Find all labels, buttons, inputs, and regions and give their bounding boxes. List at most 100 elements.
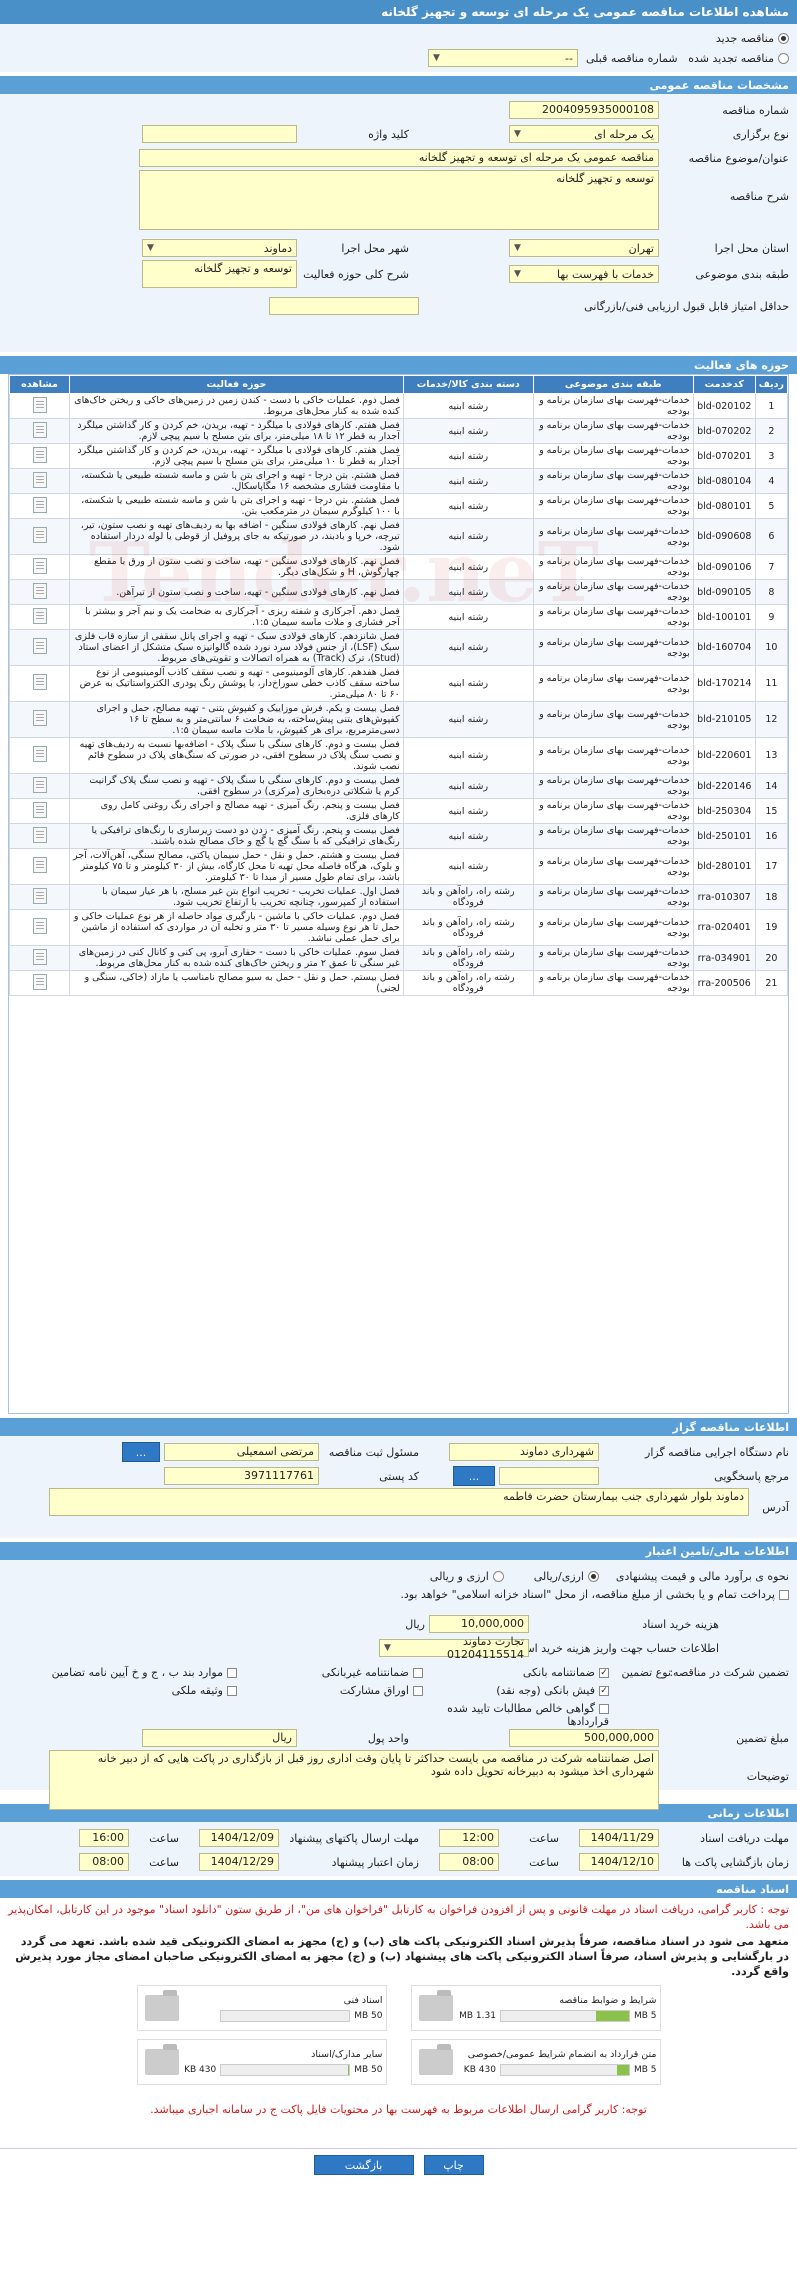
cell-view[interactable] bbox=[9, 909, 70, 946]
subject-field[interactable]: مناقصه عمومی یک مرحله ای توسعه و تجهیز گ… bbox=[139, 149, 659, 167]
estimate-radio-2[interactable] bbox=[492, 1570, 504, 1582]
file-card[interactable]: شرایط و ضوابط مناقصه 5 MB 1.31 MB bbox=[410, 1985, 661, 2031]
document-view-icon[interactable] bbox=[32, 396, 47, 413]
table-row: 1 bld-020102 خدمات-فهرست بهای سازمان برنام… bbox=[9, 393, 788, 419]
estimate-radio-1[interactable] bbox=[588, 1570, 599, 1582]
cell-view[interactable] bbox=[9, 443, 70, 469]
new-tender-radio[interactable] bbox=[778, 32, 789, 44]
cell-view[interactable] bbox=[9, 418, 70, 444]
opening-date[interactable]: 1404/12/10 bbox=[579, 1853, 659, 1871]
min-score-field[interactable] bbox=[269, 297, 419, 315]
document-view-icon[interactable] bbox=[32, 710, 47, 726]
document-view-icon[interactable] bbox=[32, 801, 47, 818]
submit-deadline-date[interactable]: 1404/12/09 bbox=[199, 1829, 279, 1847]
officer-more-button[interactable]: ... bbox=[122, 1442, 160, 1462]
submit-deadline-time[interactable]: 16:00 bbox=[79, 1829, 129, 1847]
document-view-icon[interactable] bbox=[32, 776, 47, 793]
postal-field[interactable]: 3971117761 bbox=[164, 1467, 319, 1485]
document-view-icon[interactable] bbox=[32, 607, 47, 624]
guarantee-checkbox[interactable] bbox=[413, 1668, 423, 1678]
cell-view[interactable] bbox=[9, 970, 70, 996]
city-select[interactable]: دماوند ▼ bbox=[142, 239, 297, 257]
guarantee-checkbox[interactable] bbox=[599, 1686, 609, 1696]
guarantee-checkbox[interactable] bbox=[413, 1686, 423, 1696]
validity-time[interactable]: 08:00 bbox=[79, 1853, 129, 1871]
document-view-icon[interactable] bbox=[32, 857, 47, 873]
financial-box: نحوه ی برآورد مالی و قیمت پیشنهادی ارزی/… bbox=[0, 1560, 797, 1810]
hold-type-select[interactable]: یک مرحله ای ▼ bbox=[509, 125, 659, 143]
cell-view[interactable] bbox=[9, 493, 70, 519]
document-view-icon[interactable] bbox=[32, 746, 47, 762]
document-view-icon[interactable] bbox=[32, 674, 47, 690]
keyword-field[interactable] bbox=[142, 125, 297, 143]
document-view-icon[interactable] bbox=[32, 471, 47, 488]
document-view-icon[interactable] bbox=[32, 918, 47, 934]
cell-view[interactable] bbox=[9, 393, 70, 419]
document-view-icon[interactable] bbox=[32, 496, 47, 513]
cell-view[interactable] bbox=[9, 665, 70, 702]
cell-group: رشته ابنیه bbox=[402, 493, 534, 519]
currency-field[interactable]: ریال bbox=[142, 1729, 297, 1747]
document-view-icon[interactable] bbox=[32, 582, 47, 599]
guarantee-checkbox[interactable] bbox=[599, 1668, 609, 1678]
cell-view[interactable] bbox=[9, 798, 70, 824]
tender-number-field[interactable]: 2004095935000108 bbox=[509, 101, 659, 119]
prev-number-select[interactable]: -- ▼ bbox=[428, 49, 578, 67]
document-view-icon[interactable] bbox=[32, 557, 47, 574]
document-view-icon[interactable] bbox=[32, 421, 47, 438]
cell-view[interactable] bbox=[9, 701, 70, 738]
document-view-icon[interactable] bbox=[32, 446, 47, 463]
document-view-icon[interactable] bbox=[32, 973, 47, 990]
validity-date[interactable]: 1404/12/29 bbox=[199, 1853, 279, 1871]
cell-desc: فصل دهم. آجرکاری و شفته ریزی - آجرکاری ب… bbox=[69, 604, 404, 630]
back-button[interactable]: بازگشت bbox=[313, 2155, 414, 2175]
document-view-icon[interactable] bbox=[32, 638, 47, 654]
cell-view[interactable] bbox=[9, 554, 70, 580]
officer-field[interactable]: مرتضی اسمعیلی bbox=[164, 1443, 319, 1461]
cell-view[interactable] bbox=[9, 884, 70, 910]
cell-view[interactable] bbox=[9, 604, 70, 630]
cell-view[interactable] bbox=[9, 823, 70, 849]
account-select[interactable]: تجارت دماوند 01204115514 ▼ bbox=[379, 1635, 529, 1661]
cell-view[interactable] bbox=[9, 773, 70, 799]
guarantee-checkbox[interactable] bbox=[599, 1704, 609, 1714]
document-view-icon[interactable] bbox=[32, 527, 47, 543]
notes-field[interactable]: اصل ضمانتنامه شرکت در مناقصه می بایست حد… bbox=[49, 1750, 659, 1810]
documents-header: اسناد مناقصه bbox=[0, 1880, 797, 1898]
treasury-checkbox[interactable] bbox=[779, 1590, 789, 1600]
description-field[interactable]: توسعه و تجهیز گلخانه bbox=[139, 170, 659, 230]
cell-view[interactable] bbox=[9, 629, 70, 666]
document-view-icon[interactable] bbox=[32, 948, 47, 965]
renew-tender-radio[interactable] bbox=[778, 52, 789, 64]
document-view-icon[interactable] bbox=[32, 826, 47, 843]
document-view-icon[interactable] bbox=[32, 887, 47, 904]
print-button[interactable]: چاپ bbox=[423, 2155, 484, 2175]
cell-view[interactable] bbox=[9, 518, 70, 555]
cell-code: bld-220146 bbox=[692, 773, 756, 799]
cell-cat: خدمات-فهرست بهای سازمان برنامه و بودجه bbox=[532, 629, 694, 666]
cell-view[interactable] bbox=[9, 848, 70, 885]
category-select[interactable]: خدمات با فهرست بها ▼ bbox=[509, 265, 659, 283]
file-card[interactable]: سایر مدارک/اسناد 50 MB 430 KB bbox=[136, 2039, 387, 2085]
receive-deadline-time[interactable]: 12:00 bbox=[439, 1829, 499, 1847]
cell-view[interactable] bbox=[9, 737, 70, 774]
cell-view[interactable] bbox=[9, 945, 70, 971]
cell-view[interactable] bbox=[9, 579, 70, 605]
province-select[interactable]: تهران ▼ bbox=[509, 239, 659, 257]
ref-select-button[interactable]: ... bbox=[453, 1466, 495, 1486]
file-card[interactable]: متن قرارداد به انضمام شرایط عمومی/خصوصی 5… bbox=[410, 2039, 661, 2085]
guarantee-checkbox[interactable] bbox=[227, 1668, 237, 1678]
amount-field[interactable]: 500,000,000 bbox=[509, 1729, 659, 1747]
doc-cost-field[interactable]: 10,000,000 bbox=[429, 1615, 529, 1633]
activity-field[interactable]: توسعه و تجهیز گلخانه bbox=[142, 260, 297, 288]
file-card[interactable]: اسناد فنی 50 MB bbox=[136, 1985, 387, 2031]
ref-field[interactable] bbox=[499, 1467, 599, 1485]
org-field[interactable]: شهرداری دماوند bbox=[449, 1443, 599, 1461]
guarantee-checkbox[interactable] bbox=[227, 1686, 237, 1696]
cell-group: رشته ابنیه bbox=[402, 701, 534, 738]
cell-view[interactable] bbox=[9, 468, 70, 494]
new-tender-label: مناقصه جدید bbox=[715, 31, 774, 45]
address-field[interactable]: دماوند بلوار شهرداری جنب بیمارستان حضرت … bbox=[49, 1488, 749, 1516]
receive-deadline-date[interactable]: 1404/11/29 bbox=[579, 1829, 659, 1847]
opening-time[interactable]: 08:00 bbox=[439, 1853, 499, 1871]
